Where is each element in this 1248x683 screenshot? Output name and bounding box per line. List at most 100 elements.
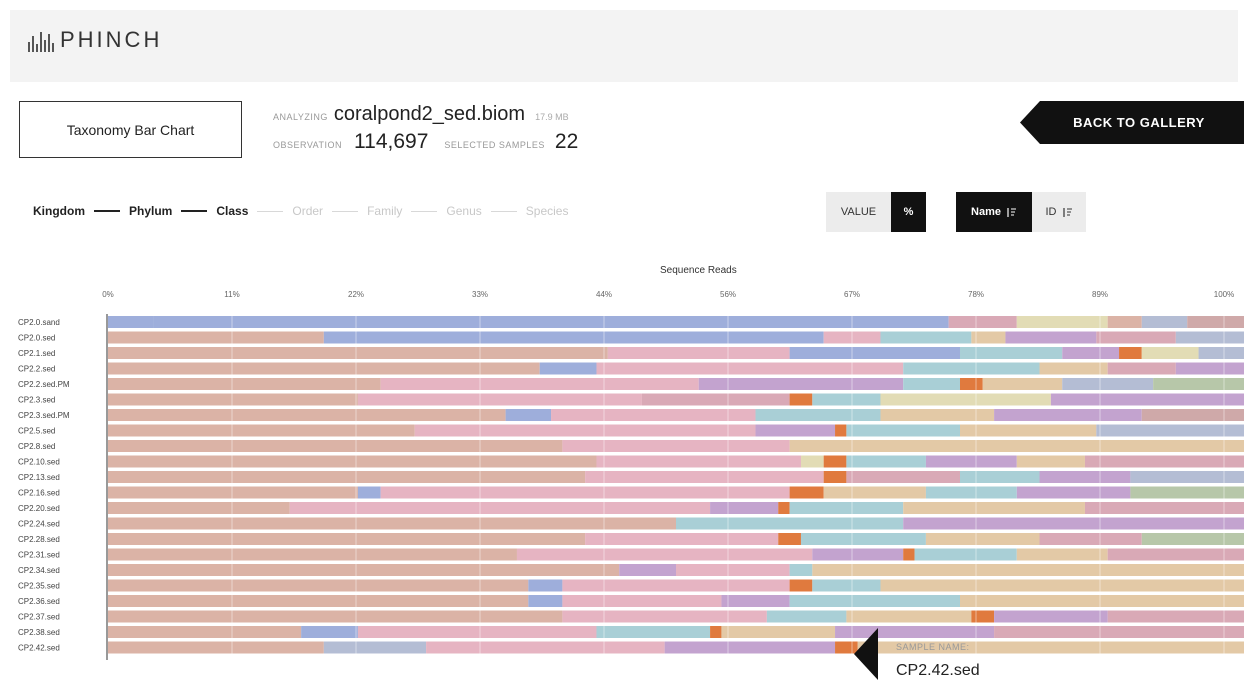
visualization-type-button[interactable]: Taxonomy Bar Chart — [19, 101, 242, 158]
bar-segment[interactable] — [846, 455, 926, 468]
level-order[interactable]: Order — [292, 204, 323, 218]
bar-segment[interactable] — [108, 533, 586, 545]
bar-segment[interactable] — [676, 517, 904, 530]
bar-segment[interactable] — [1039, 533, 1142, 545]
bar-segment[interactable] — [414, 424, 756, 437]
bar-segment[interactable] — [812, 579, 881, 592]
sample-label[interactable]: CP2.42.sed — [18, 644, 60, 653]
bar-segment[interactable] — [925, 533, 1040, 545]
bar-segment[interactable] — [914, 548, 1017, 561]
sample-bar[interactable] — [108, 471, 1244, 483]
bar-segment[interactable] — [1175, 362, 1244, 375]
bar-segment[interactable] — [698, 378, 904, 390]
bar-segment[interactable] — [903, 517, 1244, 530]
level-class[interactable]: Class — [216, 204, 248, 218]
bar-segment[interactable] — [108, 424, 415, 437]
sample-label[interactable]: CP2.3.sed.PM — [18, 411, 70, 420]
bar-segment[interactable] — [1016, 548, 1108, 561]
sample-bar[interactable] — [108, 610, 1244, 623]
sample-bar[interactable] — [108, 641, 1244, 654]
bar-segment[interactable] — [1050, 393, 1244, 406]
bar-segment[interactable] — [880, 331, 972, 344]
bar-segment[interactable] — [596, 362, 904, 375]
sort-by-name-button[interactable]: Name — [956, 192, 1032, 232]
bar-segment[interactable] — [925, 455, 1017, 468]
bar-segment[interactable] — [528, 595, 563, 607]
bar-segment[interactable] — [585, 533, 779, 545]
bar-segment[interactable] — [1141, 316, 1188, 328]
bar-segment[interactable] — [789, 502, 904, 514]
bar-segment[interactable] — [925, 486, 1017, 499]
sample-label[interactable]: CP2.36.sed — [18, 597, 60, 606]
sample-bar[interactable] — [108, 455, 1244, 468]
bar-segment[interactable] — [1016, 316, 1108, 328]
sample-bar[interactable] — [108, 595, 1244, 607]
bar-segment[interactable] — [596, 626, 711, 638]
bar-segment[interactable] — [676, 564, 790, 576]
bar-segment[interactable] — [108, 517, 676, 530]
bar-segment[interactable] — [153, 316, 949, 328]
level-genus[interactable]: Genus — [446, 204, 481, 218]
bar-segment[interactable] — [585, 471, 824, 483]
bar-segment[interactable] — [323, 641, 427, 654]
sample-label[interactable]: CP2.0.sed — [18, 334, 55, 343]
bar-segment[interactable] — [357, 486, 381, 499]
sample-bar[interactable] — [108, 362, 1244, 375]
bar-segment[interactable] — [1084, 455, 1244, 468]
bar-segment[interactable] — [1119, 347, 1142, 359]
bar-segment[interactable] — [903, 362, 1040, 375]
sample-bar[interactable] — [108, 440, 1244, 452]
back-to-gallery-button[interactable]: BACK TO GALLERY — [1020, 101, 1244, 144]
phinch-logo[interactable]: PHINCH — [28, 28, 162, 52]
bar-segment[interactable] — [619, 564, 676, 576]
bar-segment[interactable] — [755, 424, 836, 437]
sample-label[interactable]: CP2.3.sed — [18, 396, 55, 405]
bar-segment[interactable] — [812, 564, 1244, 576]
bar-segment[interactable] — [812, 548, 904, 561]
bar-segment[interactable] — [903, 378, 960, 390]
sample-bar[interactable] — [108, 347, 1244, 359]
sample-label[interactable]: CP2.2.sed — [18, 365, 55, 374]
bar-segment[interactable] — [789, 595, 960, 607]
bar-segment[interactable] — [1084, 502, 1244, 514]
bar-segment[interactable] — [1016, 455, 1085, 468]
bar-segment[interactable] — [108, 641, 324, 654]
sample-label[interactable]: CP2.38.sed — [18, 628, 60, 637]
bar-segment[interactable] — [789, 440, 1244, 452]
bar-segment[interactable] — [301, 626, 358, 638]
sample-label[interactable]: CP2.8.sed — [18, 442, 55, 451]
bar-segment[interactable] — [800, 455, 824, 468]
bar-segment[interactable] — [596, 455, 801, 468]
bar-segment[interactable] — [108, 548, 517, 561]
sample-label[interactable]: CP2.10.sed — [18, 458, 60, 467]
bar-segment[interactable] — [1107, 362, 1176, 375]
bar-segment[interactable] — [1096, 424, 1244, 437]
sample-label[interactable]: CP2.37.sed — [18, 613, 60, 622]
bar-segment[interactable] — [1096, 331, 1176, 344]
bar-segment[interactable] — [721, 626, 836, 638]
sample-bar[interactable] — [108, 424, 1244, 437]
bar-segment[interactable] — [1198, 347, 1244, 359]
bar-segment[interactable] — [562, 579, 790, 592]
bar-segment[interactable] — [789, 579, 813, 592]
bar-segment[interactable] — [108, 455, 597, 468]
bar-segment[interactable] — [108, 595, 529, 607]
level-species[interactable]: Species — [526, 204, 569, 218]
bar-segment[interactable] — [960, 471, 1040, 483]
bar-segment[interactable] — [539, 362, 597, 375]
bar-segment[interactable] — [823, 471, 847, 483]
sample-label[interactable]: CP2.31.sed — [18, 551, 60, 560]
sample-bar[interactable] — [108, 393, 1244, 406]
bar-segment[interactable] — [1187, 316, 1244, 328]
bar-segment[interactable] — [607, 347, 790, 359]
sample-bar[interactable] — [108, 486, 1244, 499]
bar-segment[interactable] — [835, 424, 847, 437]
bar-segment[interactable] — [1153, 378, 1244, 390]
sample-bar[interactable] — [108, 502, 1244, 514]
bar-segment[interactable] — [108, 362, 540, 375]
bar-segment[interactable] — [1039, 362, 1108, 375]
bar-segment[interactable] — [789, 564, 813, 576]
bar-segment[interactable] — [960, 347, 1063, 359]
bar-segment[interactable] — [710, 502, 779, 514]
bar-segment[interactable] — [108, 409, 506, 421]
